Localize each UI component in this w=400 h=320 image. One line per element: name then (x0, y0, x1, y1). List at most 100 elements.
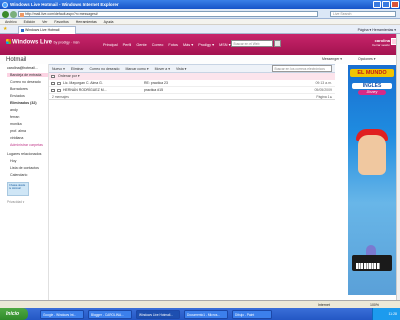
nav-mas[interactable]: Más ▾ (183, 43, 193, 47)
nav-principal[interactable]: Principal (103, 43, 118, 47)
view-button[interactable]: Vista ▾ (176, 67, 186, 71)
list-footer: 2 mensajes Página 1 ▸ (49, 94, 335, 100)
sidebar-item-prof-alma[interactable]: prof. alma (10, 129, 26, 133)
taskbar-word[interactable]: Documento1 - Micros... (184, 309, 228, 319)
character-illustration (358, 135, 386, 175)
windows-flag-icon (6, 39, 11, 44)
options-button[interactable]: Opciones ▾ (358, 57, 376, 62)
user-info[interactable]: carolina Cerrar sesión (372, 38, 390, 47)
sort-bar: Ordenar por ▾ (49, 73, 335, 80)
sidebar-item-andy[interactable]: andy (10, 108, 18, 112)
window-titlebar: Windows Live Hotmail - Windows Internet … (0, 0, 400, 9)
brand-sub: by prodigy · msn (53, 40, 80, 45)
message-from: HERNÁN RODRÍGUEZ M... (63, 88, 107, 92)
mark-as-button[interactable]: Marcar como ▾ (125, 67, 148, 71)
tabs-bar: ★ Windows Live Hotmail Página ▾ Herramie… (0, 25, 400, 34)
sign-out-link[interactable]: Cerrar sesión (372, 43, 390, 47)
envelope-icon (57, 89, 61, 92)
taskbar-paint[interactable]: Dibujo - Paint (232, 309, 272, 319)
sidebar-item-inbox[interactable]: Bandeja de entrada (7, 73, 48, 77)
page-title: Hotmail (6, 56, 27, 63)
manage-folders-link[interactable]: Administrar carpetas (10, 143, 43, 147)
nav-msn[interactable]: MSN ▾ (219, 43, 230, 47)
taskbar-google[interactable]: Google - Windows Int... (40, 309, 84, 319)
nav-fotos[interactable]: Fotos (168, 43, 178, 47)
tab-favicon (20, 29, 24, 32)
delete-button[interactable]: Eliminar (71, 67, 84, 71)
new-button[interactable]: Nuevo ▾ (52, 67, 65, 71)
tab-hotmail[interactable]: Windows Live Hotmail (18, 26, 76, 34)
message-count: 2 mensajes (52, 95, 69, 99)
message-checkbox[interactable] (51, 88, 55, 92)
ad-title: EL MUNDO (350, 69, 394, 77)
sidebar-item-contacts[interactable]: Lista de contactos (10, 166, 39, 170)
taskbar-hotmail[interactable]: Windows Live Hotmail... (136, 309, 180, 319)
page-scrollbar[interactable] (396, 34, 400, 300)
sidebar-item-calendar[interactable]: Calendario (10, 173, 27, 177)
disney-ad-banner[interactable]: EL MUNDO INGLÉS Disney (348, 65, 396, 295)
menu-ayuda[interactable]: Ayuda (104, 20, 114, 24)
menu-herramientas[interactable]: Herramientas (76, 20, 97, 24)
ad-subtitle: INGLÉS (352, 83, 392, 89)
message-from: Lic. Mayorgan C. Alma G. (63, 81, 103, 85)
messenger-button[interactable]: Messenger ▾ (322, 57, 342, 62)
favorites-star-icon[interactable]: ★ (3, 27, 7, 32)
menu-archivo[interactable]: Archivo (5, 20, 17, 24)
move-to-button[interactable]: Mover a ▾ (155, 67, 170, 71)
message-checkbox[interactable] (51, 81, 55, 85)
folder-sidebar: carolina@hotmail... Bandeja de entrada C… (0, 64, 49, 300)
url-field[interactable]: http://mail.live.com/default.aspx?n=mess… (18, 11, 318, 17)
envelope-icon (57, 82, 61, 85)
pager[interactable]: Página 1 ▸ (316, 94, 332, 100)
list-item[interactable]: HERNÁN RODRÍGUEZ M... practica #15 05/05… (49, 87, 335, 94)
sidebar-item-deleted[interactable]: Eliminados (32) (10, 101, 37, 105)
maximize-button[interactable] (382, 1, 390, 8)
sort-by-dropdown[interactable]: Ordenar por ▾ (58, 74, 80, 78)
command-bar[interactable]: Página ▾ Herramientas ▾ (358, 27, 396, 33)
live-nav: Principal Perfil Gente Correo Fotos Más … (103, 42, 235, 47)
live-search-input[interactable]: Live Search (330, 11, 396, 17)
nav-gente[interactable]: Gente (136, 43, 146, 47)
taskbar-blogger[interactable]: Blogger - CAROLINA... (88, 309, 132, 319)
web-search-input[interactable]: Buscar en el Web (231, 40, 273, 47)
window-controls (373, 1, 399, 8)
privacy-link[interactable]: Privacidad ▾ (7, 200, 24, 204)
sidebar-item-sent[interactable]: Enviados (10, 94, 25, 98)
junk-button[interactable]: Correo no deseado (89, 67, 119, 71)
menu-ver[interactable]: Ver (42, 20, 47, 24)
windows-live-logo[interactable]: Windows Live by prodigy · msn (6, 39, 80, 46)
minimize-button[interactable] (373, 1, 381, 8)
brand-text: Windows Live (12, 39, 52, 46)
account-name[interactable]: carolina@hotmail... (7, 66, 38, 70)
message-date: 05/05/2009 (314, 88, 332, 92)
sidebar-item-junk[interactable]: Correo no deseado (10, 80, 41, 84)
sidebar-item-monika[interactable]: monika (10, 122, 22, 126)
back-button[interactable] (2, 10, 9, 18)
url-text: http://mail.live.com/default.aspx?n=mess… (25, 12, 98, 16)
list-item[interactable]: Lic. Mayorgan C. Alma G. RE: practica 23… (49, 80, 335, 87)
sidebar-item-viridiana[interactable]: viridiana (10, 136, 23, 140)
mail-search-input[interactable]: Buscar en los correos electrónicos (272, 65, 332, 72)
sidebar-item-ferran[interactable]: ferran (10, 115, 19, 119)
nav-prodigy[interactable]: Prodigy ▾ (198, 43, 214, 47)
address-bar: http://mail.live.com/default.aspx?n=mess… (0, 9, 400, 19)
chat-promo-banner[interactable]: Chatea desde tu Hotmail (7, 182, 29, 196)
nav-correo[interactable]: Correo (152, 43, 164, 47)
hotmail-subheader: Hotmail Messenger ▾ Opciones ▾ (0, 55, 400, 64)
menu-edicion[interactable]: Edición (24, 20, 35, 24)
sidebar-item-hoy[interactable]: Hoy (10, 159, 16, 163)
window-title: Windows Live Hotmail - Windows Internet … (10, 2, 119, 7)
related-places-heading: Lugares relacionados (7, 152, 42, 156)
close-button[interactable] (391, 1, 399, 8)
nav-perfil[interactable]: Perfil (123, 43, 132, 47)
system-tray-clock: 11:28 (372, 308, 400, 320)
select-all-checkbox[interactable] (51, 74, 55, 78)
forward-button[interactable] (10, 10, 17, 18)
menu-favoritos[interactable]: Favoritos (54, 20, 68, 24)
web-search-button[interactable] (274, 40, 281, 47)
sidebar-item-drafts[interactable]: Borradores (10, 87, 28, 91)
start-button[interactable]: Inicio (0, 308, 28, 320)
message-subject: practica #15 (144, 88, 164, 92)
message-subject: RE: practica 23 (144, 81, 168, 85)
disney-logo: Disney (358, 90, 386, 95)
